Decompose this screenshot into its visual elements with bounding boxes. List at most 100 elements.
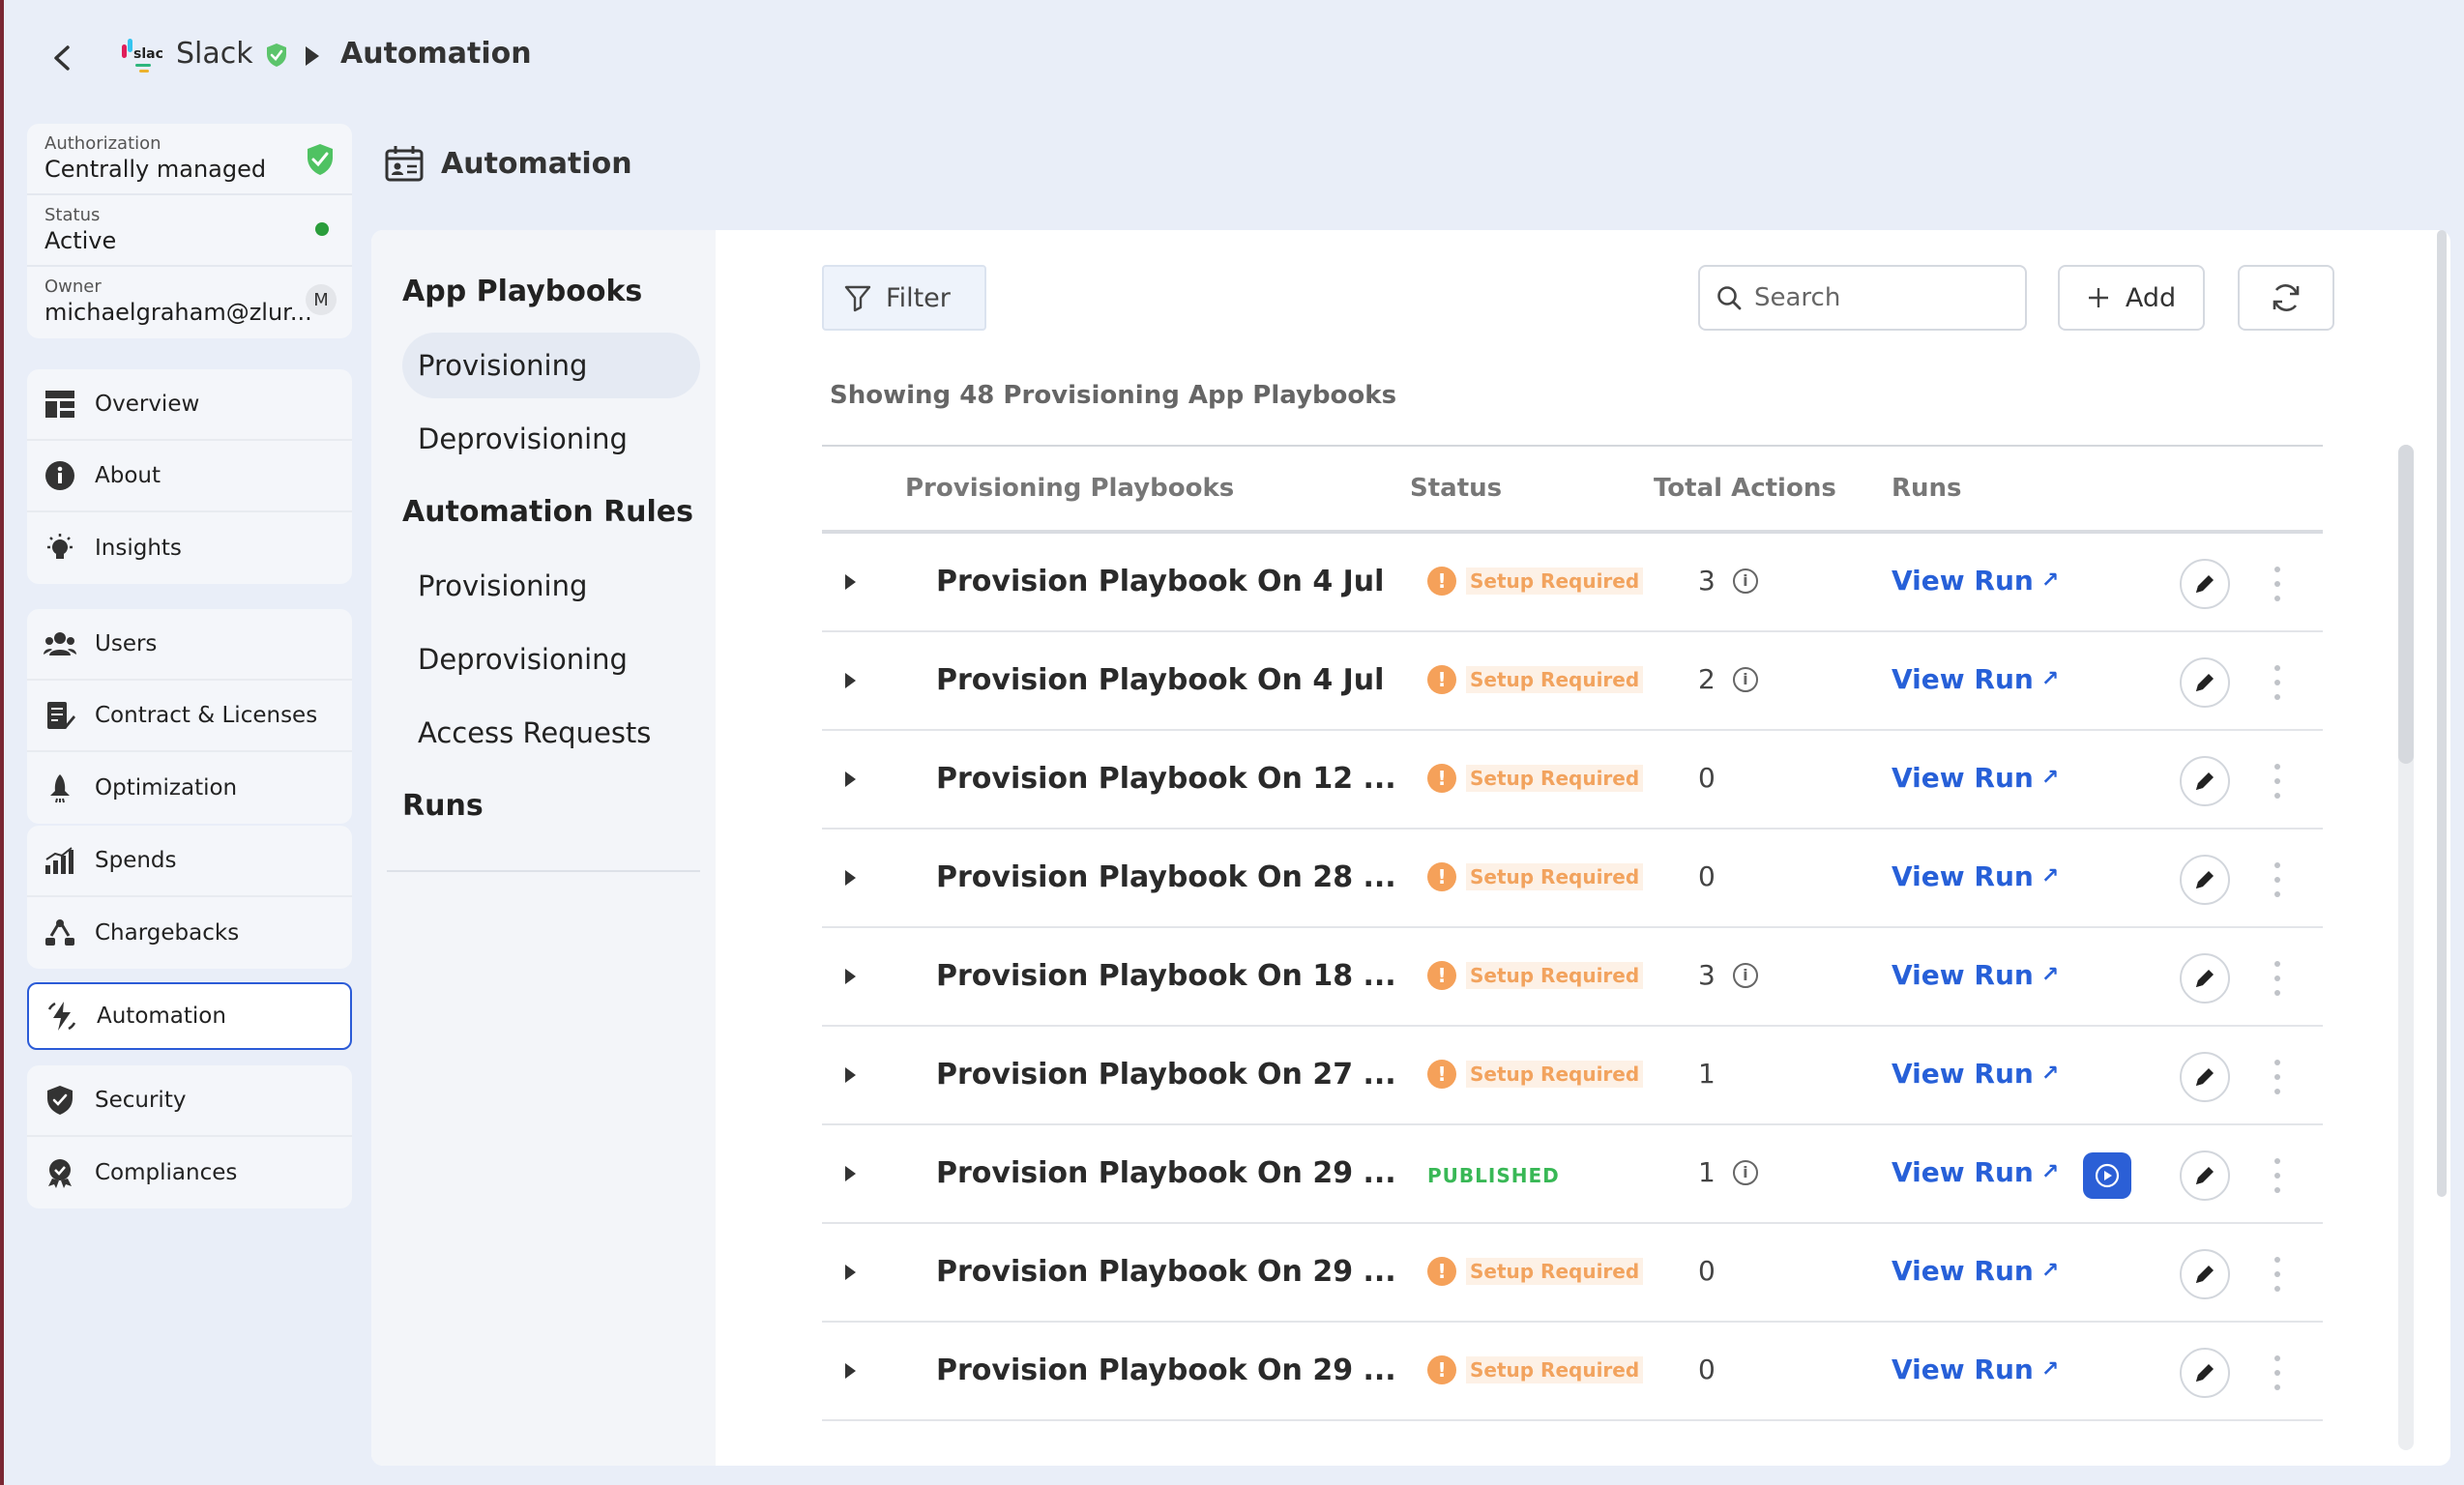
edit-button[interactable] <box>2180 1150 2230 1201</box>
playbook-name[interactable]: Provision Playbook On 27 ... <box>936 1058 1396 1092</box>
view-run-link[interactable]: View Run ↗ <box>1892 1354 2059 1385</box>
subnav-item-playbook-provisioning[interactable]: Provisioning <box>402 333 700 398</box>
sidebar-item-about[interactable]: About <box>27 441 352 512</box>
table-row[interactable]: Provision Playbook On 18 ... ! Setup Req… <box>822 928 2323 1027</box>
info-icon[interactable]: i <box>1732 962 1758 988</box>
info-icon[interactable]: i <box>1732 666 1758 692</box>
expand-row-icon[interactable] <box>845 772 856 787</box>
more-options-icon[interactable] <box>2267 961 2288 996</box>
subnav-item-rules-deprovisioning[interactable]: Deprovisioning <box>402 626 700 692</box>
expand-row-icon[interactable] <box>845 574 856 590</box>
subnav-item-playbook-deprovisioning[interactable]: Deprovisioning <box>402 406 700 472</box>
playbook-name[interactable]: Provision Playbook On 4 Jul <box>936 565 1384 598</box>
more-options-icon[interactable] <box>2267 862 2288 897</box>
total-actions: 1 <box>1698 1058 1716 1090</box>
page-title: Automation <box>441 146 632 181</box>
expand-row-icon[interactable] <box>845 673 856 688</box>
more-options-icon[interactable] <box>2267 1060 2288 1094</box>
edit-button[interactable] <box>2180 1052 2230 1102</box>
more-options-icon[interactable] <box>2267 1257 2288 1292</box>
sidebar-item-contracts[interactable]: Contract & Licenses <box>27 681 352 752</box>
more-options-icon[interactable] <box>2267 567 2288 601</box>
table-row[interactable]: Provision Playbook On 4 Jul ! Setup Requ… <box>822 632 2323 731</box>
external-link-icon: ↗ <box>2040 667 2060 691</box>
expand-row-icon[interactable] <box>845 1067 856 1083</box>
view-run-link[interactable]: View Run ↗ <box>1892 1156 2059 1188</box>
run-playbook-button[interactable] <box>2083 1152 2131 1199</box>
more-options-icon[interactable] <box>2267 665 2288 700</box>
column-header-total-actions[interactable]: Total Actions <box>1654 474 1836 503</box>
sidebar-item-chargebacks[interactable]: Chargebacks <box>27 897 352 969</box>
table-scrollbar-thumb[interactable] <box>2398 445 2414 764</box>
subnav-heading-app-playbooks[interactable]: App Playbooks <box>402 275 642 308</box>
table-row[interactable]: Provision Playbook On 4 Jul ! Setup Requ… <box>822 534 2323 632</box>
owner-avatar[interactable]: M <box>306 284 337 315</box>
column-header-runs[interactable]: Runs <box>1892 474 1962 503</box>
edit-button[interactable] <box>2180 855 2230 905</box>
warning-icon: ! <box>1427 764 1456 793</box>
table-row[interactable]: Provision Playbook On 29 ... ! Setup Req… <box>822 1224 2323 1323</box>
view-run-link[interactable]: View Run ↗ <box>1892 565 2059 597</box>
playbook-name[interactable]: Provision Playbook On 12 ... <box>936 762 1396 796</box>
column-header-status[interactable]: Status <box>1410 474 1502 503</box>
view-run-link[interactable]: View Run ↗ <box>1892 959 2059 991</box>
search-input[interactable] <box>1754 283 2015 312</box>
playbook-name[interactable]: Provision Playbook On 29 ... <box>936 1354 1396 1387</box>
expand-row-icon[interactable] <box>845 1363 856 1379</box>
sidebar-item-spends[interactable]: Spends <box>27 826 352 897</box>
column-header-playbooks[interactable]: Provisioning Playbooks <box>905 474 1234 503</box>
playbook-name[interactable]: Provision Playbook On 18 ... <box>936 959 1396 993</box>
view-run-link[interactable]: View Run ↗ <box>1892 1058 2059 1090</box>
add-label: Add <box>2125 282 2177 313</box>
edit-button[interactable] <box>2180 953 2230 1004</box>
refresh-icon <box>2273 284 2300 311</box>
info-icon[interactable]: i <box>1732 1159 1758 1185</box>
view-run-link[interactable]: View Run ↗ <box>1892 1255 2059 1287</box>
edit-button[interactable] <box>2180 756 2230 806</box>
playbook-name[interactable]: Provision Playbook On 29 ... <box>936 1255 1396 1289</box>
page-scrollbar[interactable] <box>2437 230 2447 1197</box>
more-options-icon[interactable] <box>2267 764 2288 799</box>
view-run-link[interactable]: View Run ↗ <box>1892 762 2059 794</box>
add-button[interactable]: Add <box>2058 265 2205 331</box>
info-icon[interactable]: i <box>1732 568 1758 594</box>
subnav-heading-runs[interactable]: Runs <box>402 789 484 823</box>
owner-value[interactable]: michaelgraham@zlur... <box>44 299 315 326</box>
sidebar-item-compliances[interactable]: Compliances <box>27 1137 352 1208</box>
subnav-heading-automation-rules[interactable]: Automation Rules <box>402 495 693 529</box>
filter-button[interactable]: Filter <box>822 265 986 331</box>
table-row[interactable]: Provision Playbook On 12 ... ! Setup Req… <box>822 731 2323 830</box>
expand-row-icon[interactable] <box>845 1166 856 1181</box>
subnav-item-rules-provisioning[interactable]: Provisioning <box>402 553 700 619</box>
sidebar-item-security[interactable]: Security <box>27 1065 352 1137</box>
sidebar-item-automation[interactable]: Automation <box>27 982 352 1050</box>
more-options-icon[interactable] <box>2267 1355 2288 1390</box>
edit-button[interactable] <box>2180 1249 2230 1299</box>
playbook-name[interactable]: Provision Playbook On 4 Jul <box>936 663 1384 697</box>
sidebar-item-users[interactable]: Users <box>27 609 352 681</box>
edit-button[interactable] <box>2180 657 2230 708</box>
table-row[interactable]: Provision Playbook On 29 ... PUBLISHED 1… <box>822 1125 2323 1224</box>
playbook-name[interactable]: Provision Playbook On 28 ... <box>936 860 1396 894</box>
expand-row-icon[interactable] <box>845 1265 856 1280</box>
app-name[interactable]: Slack <box>176 37 253 71</box>
sidebar-item-optimization[interactable]: Optimization <box>27 752 352 824</box>
sidebar-item-insights[interactable]: Insights <box>27 512 352 584</box>
playbook-name[interactable]: Provision Playbook On 29 ... <box>936 1156 1396 1190</box>
external-link-icon: ↗ <box>2040 963 2060 987</box>
table-row[interactable]: Provision Playbook On 28 ... ! Setup Req… <box>822 830 2323 928</box>
view-run-link[interactable]: View Run ↗ <box>1892 860 2059 892</box>
more-options-icon[interactable] <box>2267 1158 2288 1193</box>
view-run-link[interactable]: View Run ↗ <box>1892 663 2059 695</box>
sidebar-item-overview[interactable]: Overview <box>27 369 352 441</box>
edit-button[interactable] <box>2180 1348 2230 1398</box>
back-button[interactable] <box>43 39 81 77</box>
edit-button[interactable] <box>2180 559 2230 609</box>
refresh-button[interactable] <box>2238 265 2334 331</box>
subnav-item-access-requests[interactable]: Access Requests <box>402 700 700 766</box>
expand-row-icon[interactable] <box>845 969 856 984</box>
table-row[interactable]: Provision Playbook On 27 ... ! Setup Req… <box>822 1027 2323 1125</box>
search-box[interactable] <box>1698 265 2027 331</box>
expand-row-icon[interactable] <box>845 870 856 886</box>
table-row[interactable]: Provision Playbook On 29 ... ! Setup Req… <box>822 1323 2323 1421</box>
